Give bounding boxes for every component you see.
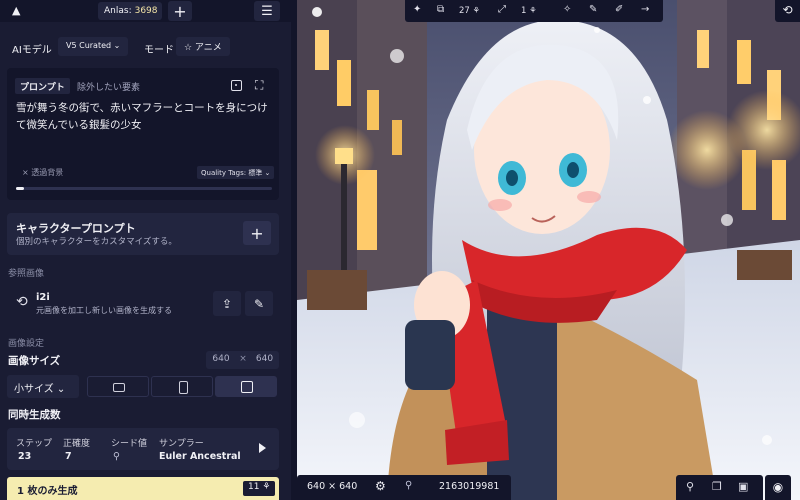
seed-icon: ⚲: [113, 451, 120, 462]
image-size-display: 640 × 640: [307, 481, 358, 492]
save-icon[interactable]: ▣: [738, 480, 748, 493]
upscale-icon[interactable]: ⤢: [498, 4, 506, 15]
height-input[interactable]: 640: [250, 351, 279, 369]
upscale-cost[interactable]: 1 ⚘: [521, 6, 537, 16]
image-info-bar: 640 × 640 ⚙ ⚲ 2163019981: [297, 475, 511, 500]
purchase-anlas-button[interactable]: +: [168, 1, 192, 21]
steps-value: 23: [18, 451, 32, 462]
prompt-input[interactable]: 雪が舞う冬の街で、赤いマフラーとコートを身につけて微笑んでいる銀髪の少女: [16, 100, 274, 134]
anlas-label: Anlas:: [104, 6, 132, 16]
image-toolbar: ✦ ⧉ 27 ⚘ ⤢ 1 ⚘ ✧ ✎ ✐ →: [405, 0, 663, 22]
character-prompt-description: 個別のキャラクターをカスタマイズする。: [16, 237, 177, 247]
i2i-description: 元画像を加工し新しい画像を生成する: [36, 306, 172, 315]
model-row: AIモデル V5 Curated ⌄ モード ☆ アニメ: [0, 36, 291, 58]
tab-prompt[interactable]: プロンプト: [15, 78, 70, 94]
mode-select[interactable]: ☆ アニメ: [176, 37, 230, 56]
image-size-label: 画像サイズ: [8, 355, 61, 367]
times-icon: ×: [236, 351, 250, 369]
size-preset-select[interactable]: 小サイズ ⌄: [7, 375, 79, 398]
play-icon[interactable]: [259, 443, 266, 453]
magic-icon[interactable]: ✧: [563, 4, 571, 15]
character-prompt-section: キャラクタープロンプト 個別のキャラクターをカスタマイズする。 +: [7, 213, 279, 255]
generate-button[interactable]: 1 枚のみ生成 11 ⚘: [7, 477, 279, 500]
character-prompt-title: キャラクタープロンプト: [16, 222, 136, 235]
upload-image-button[interactable]: ⇪: [213, 291, 241, 316]
portrait-shape-button[interactable]: [151, 376, 213, 397]
seed-label: シード値: [111, 439, 148, 449]
sampler-label: サンプラー: [159, 439, 204, 449]
copy-icon[interactable]: ❐: [712, 480, 722, 493]
prompt-token-bar: [16, 187, 272, 190]
image-actions-bar: ⚲ ❐ ▣: [676, 475, 763, 500]
generation-params[interactable]: ステップ 23 正確度 7 シード値 ⚲ サンプラー Euler Ancestr…: [7, 428, 279, 470]
novelai-logo-icon: ▲: [12, 4, 21, 17]
menu-icon[interactable]: ☰: [254, 1, 280, 21]
prompt-token-fill: [16, 187, 24, 190]
batch-count-label: 同時生成数: [8, 409, 61, 421]
image-settings-label: 画像設定: [8, 339, 45, 349]
generate-cost-badge: 11 ⚘: [243, 481, 276, 496]
i2i-icon: ⟲: [16, 294, 28, 310]
sampler-value: Euler Ancestral: [159, 451, 241, 462]
dice-icon[interactable]: [231, 80, 242, 91]
anlas-balance: Anlas: 3698: [98, 2, 162, 20]
add-character-button[interactable]: +: [243, 221, 271, 245]
enhance-icon[interactable]: ✦: [413, 4, 421, 15]
next-arrow-icon[interactable]: →: [641, 4, 649, 15]
director-tools-icon[interactable]: ✐: [615, 4, 623, 15]
guidance-value: 7: [65, 451, 72, 462]
anlas-value: 3698: [134, 6, 158, 16]
width-input[interactable]: 640: [206, 351, 236, 369]
square-shape-button[interactable]: [215, 376, 277, 397]
gear-icon[interactable]: ⚙: [375, 479, 386, 493]
mode-label: モード: [144, 45, 174, 56]
model-select[interactable]: V5 Curated ⌄: [58, 37, 128, 56]
palette-icon[interactable]: ◉: [765, 475, 791, 500]
variations-icon[interactable]: ⧉: [437, 4, 444, 15]
landscape-shape-button[interactable]: [87, 376, 149, 397]
seed-value: 2163019981: [439, 481, 500, 492]
guidance-label: 正確度: [63, 439, 91, 449]
anime-girl-winter-illustration: [297, 0, 800, 500]
batch-cost[interactable]: 27 ⚘: [459, 6, 480, 16]
generate-label: 1 枚のみ生成: [17, 486, 78, 497]
edit-image-button[interactable]: ✎: [245, 291, 273, 316]
reference-section-label: 参照画像: [8, 269, 45, 279]
i2i-title: i2i: [36, 292, 50, 303]
generated-image: [297, 0, 800, 500]
seed-icon[interactable]: ⚲: [405, 480, 412, 491]
expand-icon[interactable]: ⛶: [255, 78, 263, 93]
history-icon[interactable]: ⟲: [775, 0, 800, 22]
quality-tags-select[interactable]: Quality Tags: 標準 ⌄: [197, 166, 275, 179]
model-label: AIモデル: [12, 45, 52, 56]
prompt-box: プロンプト 除外したい要素 ⛶ 雪が舞う冬の街で、赤いマフラーとコートを身につけ…: [7, 68, 279, 200]
paint-icon[interactable]: ✎: [589, 4, 597, 15]
steps-label: ステップ: [16, 439, 53, 449]
settings-panel: ▲ Anlas: 3698 + ☰ AIモデル V5 Curated ⌄ モード …: [0, 0, 291, 500]
tag-suggestion[interactable]: × 透過背景: [22, 167, 63, 178]
pin-icon[interactable]: ⚲: [686, 480, 694, 493]
top-bar: ▲ Anlas: 3698 + ☰: [0, 0, 291, 22]
tab-negative-prompt[interactable]: 除外したい要素: [77, 80, 140, 93]
